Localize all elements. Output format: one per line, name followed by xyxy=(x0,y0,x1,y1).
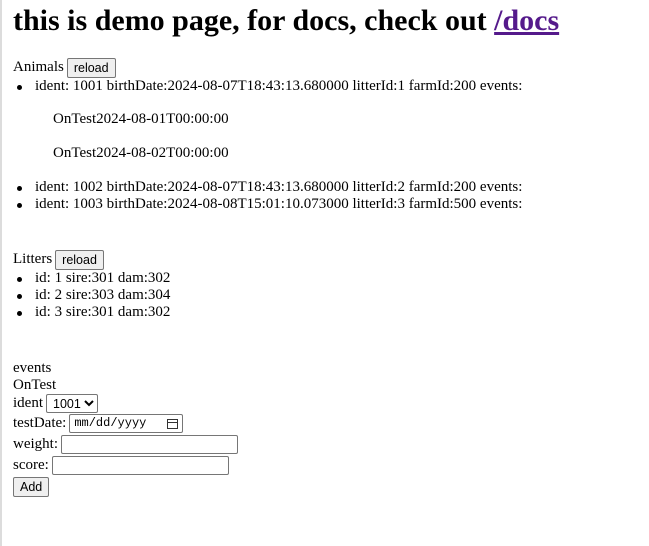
animals-header: Animals reload xyxy=(13,57,643,78)
ident-row: ident 1001 xyxy=(13,394,643,413)
litters-header: Litters reload xyxy=(13,249,643,270)
animal-item-text: ident: 1003 birthDate:2024-08-08T15:01:1… xyxy=(35,196,523,212)
event-type-label: OnTest xyxy=(13,377,57,393)
animals-reload-button[interactable]: reload xyxy=(66,57,116,78)
test-date-placeholder: mm/dd/yyyy xyxy=(74,416,147,430)
add-button[interactable]: Add xyxy=(13,476,50,497)
animals-list-continued: ident: 1002 birthDate:2024-08-07T18:43:1… xyxy=(13,179,643,213)
ident-select[interactable]: 1001 xyxy=(46,394,98,413)
animal-item-1002: ident: 1002 birthDate:2024-08-07T18:43:1… xyxy=(17,179,643,196)
animals-list: ident: 1001 birthDate:2024-08-07T18:43:1… xyxy=(13,78,643,95)
test-date-label: testDate: xyxy=(13,415,67,431)
page-title: this is demo page, for docs, check out /… xyxy=(13,0,643,39)
animal-item-text: ident: 1002 birthDate:2024-08-07T18:43:1… xyxy=(35,179,523,195)
litters-list: id: 1 sire:301 dam:302 id: 2 sire:303 da… xyxy=(13,270,643,321)
left-border xyxy=(0,0,2,546)
animals-label: Animals xyxy=(13,59,64,75)
score-label: score: xyxy=(13,457,49,473)
litter-item: id: 2 sire:303 dam:304 xyxy=(17,287,643,304)
test-date-row: testDate: mm/dd/yyyy xyxy=(13,413,643,434)
events-heading: events xyxy=(13,360,52,376)
page-content: this is demo page, for docs, check out /… xyxy=(13,0,643,497)
litters-reload-button[interactable]: reload xyxy=(55,249,104,270)
litter-item: id: 1 sire:301 dam:302 xyxy=(17,270,643,287)
score-input[interactable] xyxy=(51,456,229,475)
animal-item-text: ident: 1001 birthDate:2024-08-07T18:43:1… xyxy=(35,78,523,94)
weight-input[interactable] xyxy=(61,435,238,454)
score-row: score: xyxy=(13,455,643,476)
litters-label: Litters xyxy=(13,251,53,267)
docs-link[interactable]: /docs xyxy=(494,4,559,37)
weight-row: weight: xyxy=(13,434,643,455)
add-row: Add xyxy=(13,476,643,497)
animal-item-1001: ident: 1001 birthDate:2024-08-07T18:43:1… xyxy=(17,78,643,95)
litter-item: id: 3 sire:301 dam:302 xyxy=(17,304,643,321)
page-title-text: this is demo page, for docs, check out xyxy=(13,4,495,37)
animal-event-1: OnTest2024-08-01T00:00:00 xyxy=(53,111,229,127)
animal-event-2: OnTest2024-08-02T00:00:00 xyxy=(53,145,229,161)
test-date-input[interactable]: mm/dd/yyyy xyxy=(69,414,184,433)
ident-label: ident xyxy=(13,395,43,411)
weight-label: weight: xyxy=(13,436,58,452)
animal-item-1003: ident: 1003 birthDate:2024-08-08T15:01:1… xyxy=(17,196,643,213)
calendar-icon[interactable] xyxy=(167,418,179,429)
